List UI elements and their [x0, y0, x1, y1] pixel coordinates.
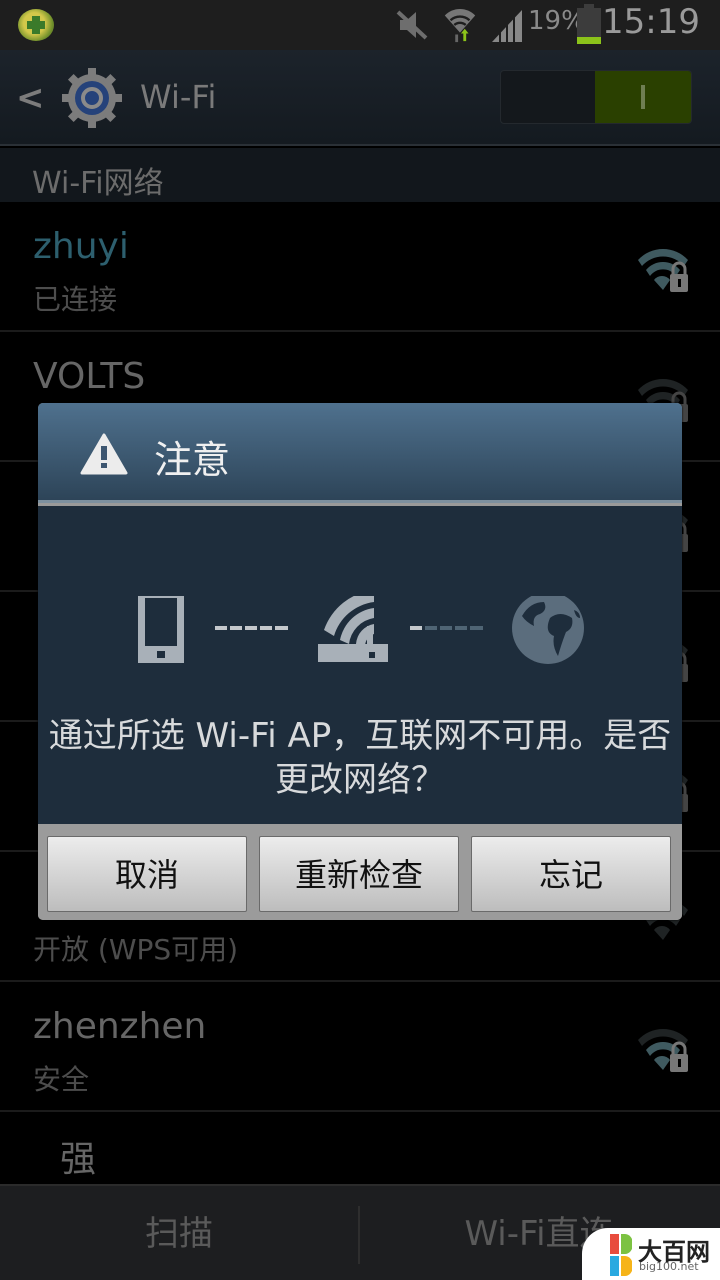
- wifi-lock-icon: [636, 247, 690, 294]
- router-icon: [318, 596, 388, 662]
- wifi-lock-icon: [636, 1027, 690, 1074]
- network-ssid: zhuyi: [33, 226, 129, 267]
- forget-button[interactable]: 忘记: [471, 836, 671, 912]
- gear-icon[interactable]: [60, 66, 124, 130]
- dialog-body: 通过所选 Wi-Fi AP，互联网不可用。是否更改网络？: [38, 506, 682, 824]
- section-header-label: Wi-Fi网络: [32, 166, 164, 201]
- network-item[interactable]: zhenzhen 安全: [0, 982, 720, 1112]
- battery-icon: [577, 4, 601, 44]
- dialog-buttons: 取消 重新检查 忘记: [38, 824, 682, 920]
- 360-security-icon: [18, 9, 54, 41]
- dialog-title: 注意: [154, 438, 231, 482]
- dashes-phone-router: [215, 626, 288, 630]
- chevron-left-icon[interactable]: <: [16, 78, 45, 118]
- dialog-message: 通过所选 Wi-Fi AP，互联网不可用。是否更改网络？: [48, 716, 672, 800]
- network-ssid: zhenzhen: [33, 1006, 207, 1047]
- network-item[interactable]: 强: [0, 1112, 720, 1184]
- dialog-header: 注意: [38, 403, 682, 503]
- big100-logo-icon: [610, 1234, 632, 1276]
- globe-icon: [512, 596, 584, 664]
- watermark-domain: big100.net: [639, 1260, 699, 1273]
- clock: 15:19: [602, 2, 700, 42]
- section-header: Wi-Fi网络: [0, 148, 720, 202]
- recheck-button[interactable]: 重新检查: [259, 836, 459, 912]
- action-bar: < Wi-Fi: [0, 50, 720, 146]
- status-bar: 19% 15:19: [0, 0, 720, 50]
- cancel-button[interactable]: 取消: [47, 836, 247, 912]
- no-internet-dialog: 注意 通过所选 Wi-Fi AP，互联网不可用。是否更改网络？ 取消 重新检查 …: [38, 403, 682, 920]
- connection-illustration: [138, 596, 584, 664]
- network-status: 开放 (WPS可用): [33, 933, 239, 966]
- network-status: 已连接: [33, 283, 118, 316]
- toggle-knob[interactable]: [595, 71, 691, 123]
- network-ssid: VOLTS: [33, 356, 146, 397]
- cell-signal-icon: [492, 10, 522, 42]
- mute-icon: [396, 10, 428, 40]
- page-title: Wi-Fi: [140, 78, 217, 116]
- wifi-toggle[interactable]: [500, 70, 692, 124]
- phone-icon: [138, 596, 184, 663]
- dashes-router-internet: [410, 626, 483, 630]
- network-status: 安全: [33, 1063, 90, 1096]
- watermark: 大百网 big100.net: [582, 1228, 720, 1280]
- network-item[interactable]: zhuyi 已连接: [0, 202, 720, 332]
- network-ssid: 强: [60, 1139, 97, 1180]
- wifi-data-activity-icon: [444, 8, 476, 43]
- scan-button[interactable]: 扫描: [0, 1186, 358, 1280]
- battery-fill: [577, 37, 601, 44]
- warning-triangle-icon: [80, 433, 128, 475]
